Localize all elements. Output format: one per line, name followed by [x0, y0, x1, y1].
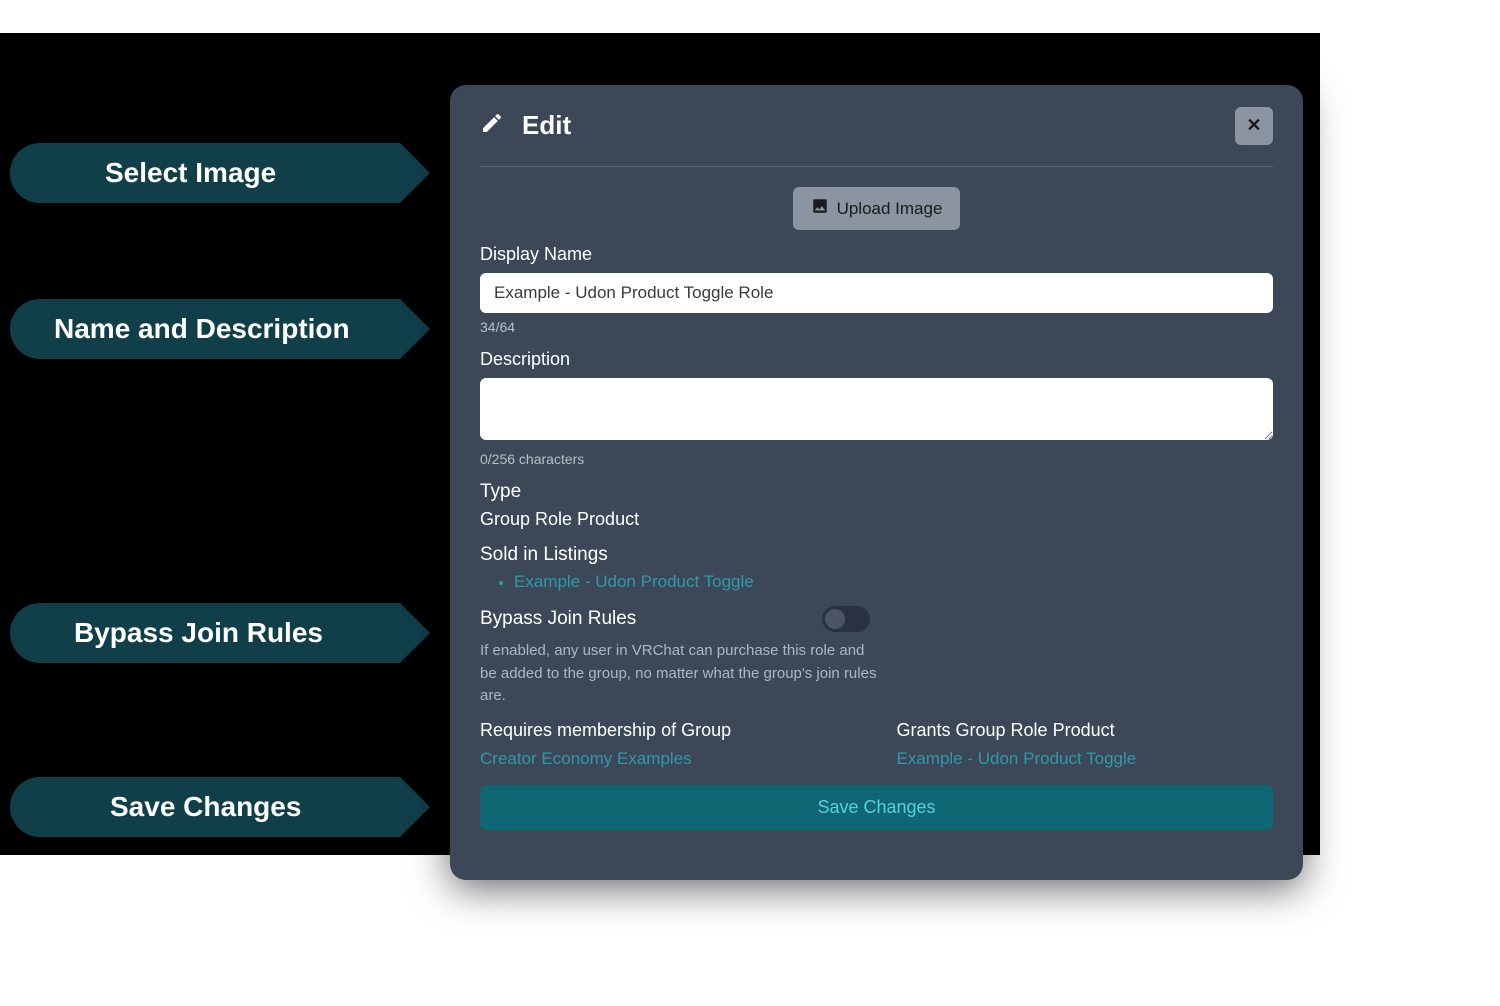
type-label: Type — [480, 481, 1273, 503]
type-value: Group Role Product — [480, 509, 1273, 530]
callout-name-description: Name and Description — [10, 299, 400, 359]
upload-image-button[interactable]: Upload Image — [793, 187, 961, 230]
callout-save-changes: Save Changes — [10, 777, 400, 837]
display-name-label: Display Name — [480, 244, 1273, 265]
image-icon — [811, 197, 829, 220]
close-button[interactable]: ✕ — [1235, 107, 1273, 145]
toggle-knob — [825, 609, 845, 629]
callout-select-image: Select Image — [10, 143, 400, 203]
sold-in-label: Sold in Listings — [480, 544, 1273, 566]
requires-label: Requires membership of Group — [480, 720, 857, 741]
grants-link[interactable]: Example - Udon Product Toggle — [897, 749, 1137, 768]
sold-in-list: Example - Udon Product Toggle — [514, 572, 1273, 592]
display-name-counter: 34/64 — [480, 319, 1273, 335]
callout-label: Bypass Join Rules — [74, 617, 323, 649]
description-input[interactable] — [480, 378, 1273, 440]
callout-label: Save Changes — [110, 791, 301, 823]
requires-link[interactable]: Creator Economy Examples — [480, 749, 692, 768]
grants-label: Grants Group Role Product — [897, 720, 1274, 741]
display-name-input[interactable] — [480, 273, 1273, 313]
save-changes-label: Save Changes — [817, 797, 935, 817]
upload-image-label: Upload Image — [837, 199, 943, 219]
dialog-header: Edit ✕ — [480, 85, 1273, 167]
bypass-toggle[interactable] — [822, 606, 870, 632]
callout-label: Select Image — [105, 157, 276, 189]
membership-columns: Requires membership of Group Creator Eco… — [480, 720, 1273, 769]
edit-icon — [480, 111, 504, 140]
save-changes-button[interactable]: Save Changes — [480, 785, 1273, 830]
edit-dialog: Edit ✕ Upload Image Display Name 34/64 D… — [450, 85, 1303, 880]
stage-background: Select Image Name and Description Bypass… — [0, 33, 1320, 855]
description-label: Description — [480, 349, 1273, 370]
dialog-title: Edit — [522, 110, 571, 141]
callout-label: Name and Description — [54, 313, 350, 345]
callout-bypass-join-rules: Bypass Join Rules — [10, 603, 400, 663]
bypass-label: Bypass Join Rules — [480, 608, 636, 630]
close-icon: ✕ — [1246, 115, 1261, 136]
bypass-row: Bypass Join Rules — [480, 606, 870, 632]
bypass-help-text: If enabled, any user in VRChat can purch… — [480, 640, 880, 708]
description-counter: 0/256 characters — [480, 451, 1273, 467]
list-item: Example - Udon Product Toggle — [514, 572, 1273, 592]
sold-in-link[interactable]: Example - Udon Product Toggle — [514, 572, 754, 591]
